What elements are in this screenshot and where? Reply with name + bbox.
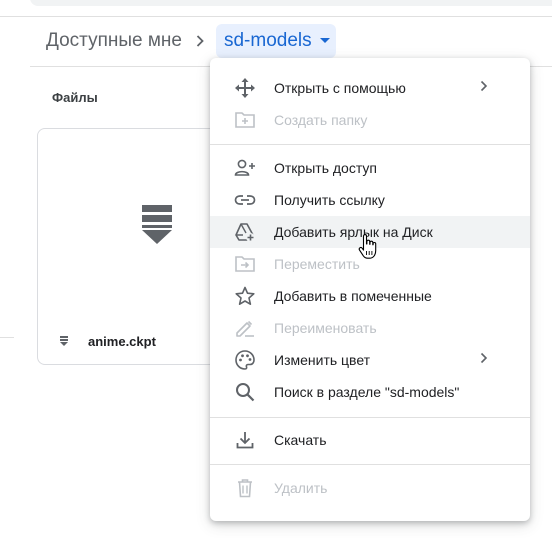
open-with-icon [234, 77, 256, 99]
search-icon [234, 381, 256, 403]
chevron-right-icon [480, 80, 488, 92]
header-divider [0, 16, 552, 17]
breadcrumb-shared-with-me[interactable]: Доступные мне [46, 30, 182, 52]
menu-item-label: Добавить ярлык на Диск [274, 224, 433, 240]
hand-pointer-cursor [358, 234, 378, 265]
breadcrumb-current-folder[interactable]: sd-models [215, 24, 336, 58]
move-folder-icon [234, 253, 256, 275]
context-menu: Открыть с помощью Создать папку Открыть … [210, 58, 530, 521]
menu-item-new-folder: Создать папку [210, 104, 530, 136]
menu-item-label: Открыть с помощью [274, 80, 406, 96]
breadcrumb-current-label: sd-models [223, 30, 312, 51]
menu-item-change-color[interactable]: Изменить цвет [210, 344, 530, 376]
menu-item-label: Изменить цвет [274, 352, 371, 368]
menu-item-download[interactable]: Скачать [210, 424, 530, 456]
menu-item-rename: Переименовать [210, 312, 530, 344]
menu-item-label: Получить ссылку [274, 192, 385, 208]
caret-down-icon [319, 38, 330, 44]
menu-divider [210, 144, 530, 145]
menu-item-label: Скачать [274, 432, 327, 448]
file-type-icon [60, 335, 68, 347]
download-file-icon [142, 205, 172, 250]
menu-item-label: Добавить в помеченные [274, 288, 432, 304]
search-bar[interactable] [30, 0, 552, 6]
download-icon [234, 429, 256, 451]
menu-divider [210, 464, 530, 465]
new-folder-icon [234, 109, 256, 131]
menu-item-label: Переместить [274, 256, 360, 272]
menu-item-open-with[interactable]: Открыть с помощью [210, 72, 530, 104]
menu-divider [210, 417, 530, 418]
file-name: anime.ckpt [88, 333, 156, 349]
breadcrumb: Доступные мне sd-models [46, 24, 336, 58]
star-icon [234, 285, 256, 307]
menu-item-share[interactable]: Открыть доступ [210, 152, 530, 184]
menu-item-label: Открыть доступ [274, 160, 377, 176]
files-section-heading: Файлы [52, 90, 98, 105]
link-icon [234, 189, 256, 211]
add-person-icon [234, 157, 256, 179]
menu-item-get-link[interactable]: Получить ссылку [210, 184, 530, 216]
menu-item-label: Переименовать [274, 320, 377, 336]
rename-pencil-icon [234, 317, 256, 339]
menu-item-add-starred[interactable]: Добавить в помеченные [210, 280, 530, 312]
menu-item-label: Поиск в разделе "sd-models" [274, 384, 460, 400]
menu-item-label: Создать папку [274, 112, 368, 128]
menu-item-label: Удалить [274, 480, 328, 496]
menu-item-delete: Удалить [210, 472, 530, 504]
palette-icon [234, 349, 256, 371]
menu-item-search-in-folder[interactable]: Поиск в разделе "sd-models" [210, 376, 530, 408]
sidebar-divider [0, 337, 14, 338]
chevron-right-icon [480, 352, 488, 364]
chevron-right-icon [196, 35, 204, 47]
add-to-drive-icon [234, 221, 256, 243]
trash-icon [234, 477, 256, 499]
